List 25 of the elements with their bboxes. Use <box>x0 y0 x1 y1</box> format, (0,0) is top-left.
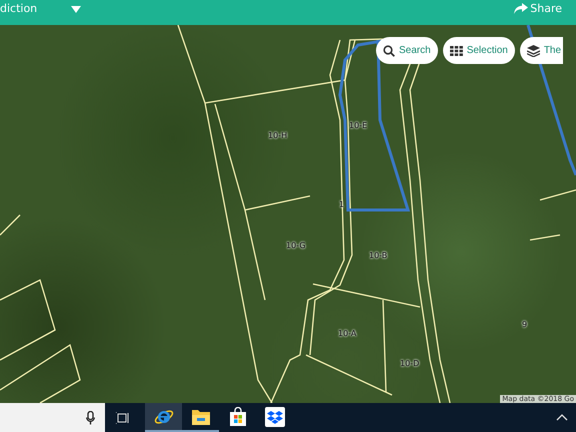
taskbar-app-button[interactable] <box>145 403 182 432</box>
parcel-label: 10-D <box>400 359 420 368</box>
share-arrow-icon <box>514 3 528 14</box>
microphone-icon[interactable] <box>86 410 95 424</box>
task-view-icon[interactable] <box>116 412 130 424</box>
parcel-label: 10-E <box>349 121 368 130</box>
parcel-label: 10-G <box>286 241 306 250</box>
search-button[interactable]: Search <box>376 37 438 64</box>
share-button[interactable]: Share <box>514 2 562 15</box>
selection-button[interactable]: Selection <box>442 37 515 64</box>
jurisdiction-dropdown[interactable]: diction <box>0 2 38 15</box>
taskbar-search-field[interactable] <box>0 403 105 432</box>
parcel-label: 10-H <box>268 131 288 140</box>
layers-icon <box>526 44 540 56</box>
search-icon <box>383 44 395 56</box>
parcel-label: 10-B <box>369 251 388 260</box>
layers-button[interactable]: The <box>520 37 564 64</box>
grid-icon <box>450 46 463 56</box>
parcel-label: 10-A <box>338 329 356 338</box>
chevron-up-icon[interactable] <box>556 414 568 421</box>
caret-icon[interactable] <box>71 6 82 13</box>
parcel-label: 9 <box>522 320 528 329</box>
shopping-bag-icon <box>228 406 248 426</box>
folder-icon <box>190 408 210 426</box>
dropbox-icon <box>264 406 284 426</box>
